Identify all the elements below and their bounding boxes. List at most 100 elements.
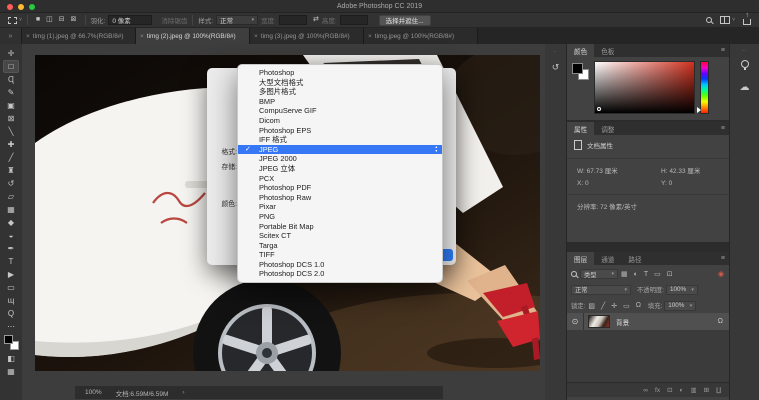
subtract-selection-icon[interactable]: ⊟ <box>59 16 65 24</box>
lock-position-icon[interactable]: ✛ <box>611 302 617 310</box>
panel-menu-icon[interactable]: ≡ <box>721 125 725 132</box>
crop-tool[interactable]: ▣ <box>3 99 19 112</box>
path-selection-tool[interactable]: ▶ <box>3 268 19 281</box>
add-mask-icon[interactable]: ⊡ <box>667 386 672 394</box>
format-option[interactable]: Photoshop DCS 1.0 <box>238 260 442 270</box>
layer-style-fx-icon[interactable]: fx <box>655 387 660 394</box>
filter-shape-layers-icon[interactable]: ▭ <box>654 270 661 278</box>
tab-timg-3[interactable]: ×timg (3).jpeg @ 100%(RGB/8#) <box>250 28 364 44</box>
filter-type-layers-icon[interactable]: T <box>644 271 648 278</box>
hue-slider[interactable] <box>700 61 709 114</box>
layer-name[interactable]: 背景 <box>616 317 629 327</box>
intersect-selection-icon[interactable]: ⊠ <box>71 16 77 24</box>
tab-overflow-button[interactable]: » <box>0 28 22 44</box>
search-icon[interactable] <box>706 17 712 23</box>
tool-preset-marquee-icon[interactable] <box>8 17 17 24</box>
eraser-tool[interactable]: ▱ <box>3 190 19 203</box>
blend-mode-select[interactable]: 正常▾ <box>571 285 631 295</box>
visibility-eye-icon[interactable]: ⊙ <box>567 313 584 330</box>
panel-menu-icon[interactable]: ≡ <box>721 47 725 54</box>
gradient-tool[interactable]: ▦ <box>3 203 19 216</box>
fill-select[interactable]: 100%▾ <box>664 301 696 311</box>
new-group-icon[interactable]: ▥ <box>690 386 696 394</box>
select-and-mask-button[interactable]: 选择并遮住... <box>379 15 431 26</box>
tab-color[interactable]: 颜色 <box>567 44 594 57</box>
zoom-level[interactable]: 100% <box>85 389 102 396</box>
tab-timg[interactable]: ×timg.jpeg @ 100%(RGB/8#) <box>364 28 478 44</box>
tab-layers[interactable]: 图层 <box>567 252 594 265</box>
quick-mask-button[interactable]: ◧ <box>3 352 19 365</box>
opacity-select[interactable]: 100%▾ <box>666 285 698 295</box>
blur-tool[interactable]: ◆ <box>3 216 19 229</box>
hue-slider-cursor[interactable] <box>697 107 701 113</box>
foreground-color-swatch[interactable] <box>4 335 13 344</box>
tab-properties[interactable]: 属性 <box>567 122 594 135</box>
status-chevron-icon[interactable]: › <box>182 389 184 396</box>
foreground-background-swatches[interactable] <box>4 335 19 350</box>
hand-tool[interactable]: ɰ <box>3 294 19 307</box>
edit-toolbar-icon[interactable]: ⋯ <box>3 320 19 333</box>
filter-pixel-layers-icon[interactable]: ▦ <box>621 270 628 278</box>
filter-adjustment-layers-icon[interactable]: ◐ <box>634 271 638 278</box>
zoom-tool[interactable]: Q <box>3 307 19 320</box>
history-panel-icon[interactable]: ↺ <box>545 62 566 73</box>
anti-alias-checkbox[interactable]: 消除锯齿 <box>161 15 187 25</box>
shape-tool[interactable]: ▭ <box>3 281 19 294</box>
format-option[interactable]: JPEG 2000 <box>238 154 442 164</box>
format-option[interactable]: Photoshop <box>238 68 442 78</box>
format-option[interactable]: Photoshop Raw <box>238 193 442 203</box>
new-layer-icon[interactable]: ⊞ <box>704 386 709 394</box>
clone-stamp-tool[interactable]: ♜ <box>3 164 19 177</box>
format-option[interactable]: TIFF <box>238 250 442 260</box>
history-brush-tool[interactable]: ↺ <box>3 177 19 190</box>
link-layers-icon[interactable]: ∞ <box>643 387 648 394</box>
format-option[interactable]: CompuServe GIF <box>238 106 442 116</box>
tab-timg-2-active[interactable]: ×timg (2).jpeg @ 100%(RGB/8#) <box>136 28 250 44</box>
color-picker-cursor[interactable] <box>597 107 601 111</box>
brush-tool[interactable]: ╱ <box>3 151 19 164</box>
close-icon[interactable]: × <box>368 33 372 40</box>
layer-thumbnail[interactable] <box>588 315 610 328</box>
foreground-color-swatch[interactable] <box>572 63 583 74</box>
tab-swatches[interactable]: 色板 <box>594 44 621 57</box>
lock-artboard-icon[interactable]: ▭ <box>623 302 630 310</box>
lasso-tool[interactable]: Ɋ <box>3 73 19 86</box>
screen-mode-button[interactable]: ▦ <box>3 365 19 378</box>
lock-all-icon[interactable]: Ω <box>636 302 641 309</box>
workspace-icon[interactable] <box>720 16 730 24</box>
tab-timg-1[interactable]: ×timg (1).jpeg @ 66.7%(RGB/8#) <box>22 28 136 44</box>
tab-channels[interactable]: 通道 <box>594 252 621 265</box>
height-input[interactable] <box>340 15 368 25</box>
close-icon[interactable]: × <box>140 33 144 40</box>
format-option[interactable]: PNG <box>238 212 442 222</box>
format-option[interactable]: Photoshop DCS 2.0 <box>238 269 442 279</box>
new-adjustment-layer-icon[interactable]: ◐ <box>680 387 684 394</box>
format-option[interactable]: 多图片格式 <box>238 87 442 97</box>
format-option[interactable]: Scitex CT <box>238 231 442 241</box>
filter-toggle-icon[interactable]: ◉ <box>718 270 724 278</box>
dodge-tool[interactable]: ◒ <box>3 229 19 242</box>
format-option[interactable]: Pixar <box>238 202 442 212</box>
layer-row-background[interactable]: ⊙ 背景 Ω <box>567 313 729 330</box>
feather-input[interactable]: 0 像素 <box>108 15 152 25</box>
delete-layer-icon[interactable]: ∐ <box>716 386 721 394</box>
format-option[interactable]: IFF 格式 <box>238 135 442 145</box>
marquee-tool[interactable]: □ <box>3 60 19 73</box>
width-input[interactable] <box>279 15 307 25</box>
style-select[interactable]: 正常▾ <box>216 15 258 25</box>
close-icon[interactable]: × <box>26 33 30 40</box>
lock-transparency-icon[interactable]: ▨ <box>588 302 595 310</box>
panel-menu-icon[interactable]: ≡ <box>721 255 725 262</box>
add-selection-icon[interactable]: ◫ <box>46 16 53 24</box>
format-option[interactable]: PCX <box>238 174 442 184</box>
move-tool[interactable]: ✛ <box>3 47 19 60</box>
type-tool[interactable]: T <box>3 255 19 268</box>
frame-tool[interactable]: ⊠ <box>3 112 19 125</box>
format-option[interactable]: Portable Bit Map <box>238 222 442 232</box>
format-option[interactable]: JPEG 立体 <box>238 164 442 174</box>
format-option[interactable]: Targa <box>238 241 442 251</box>
eyedropper-tool[interactable]: ╲ <box>3 125 19 138</box>
format-option[interactable]: Photoshop EPS <box>238 126 442 136</box>
tab-adjustments[interactable]: 调整 <box>594 122 621 135</box>
tab-paths[interactable]: 路径 <box>621 252 648 265</box>
